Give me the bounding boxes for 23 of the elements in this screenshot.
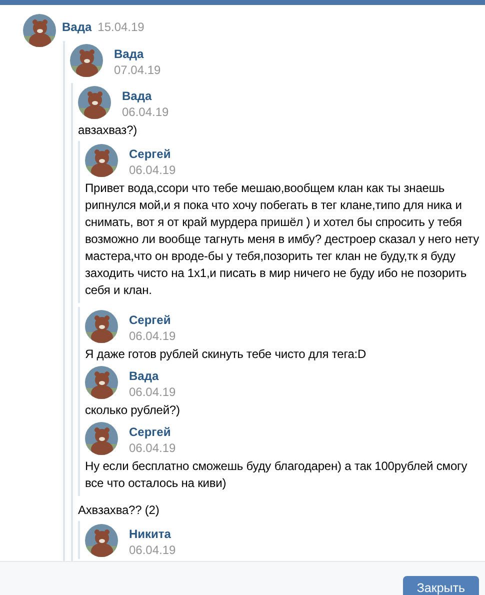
author-name[interactable]: Сергей [129, 425, 176, 439]
post-date: 06.04.19 [129, 163, 176, 177]
comment-text: Я даже готов рублей скинуть тебе чисто для тега:D [85, 346, 368, 363]
author-name[interactable]: Сергей [129, 147, 176, 161]
comment-text: авзахваз?) [78, 122, 138, 139]
comment-text: Ну если бесплатно сможешь буду благодарен) а так 100рублей смогу все что осталось на киви) [85, 458, 468, 492]
post-date: 07.04.19 [114, 63, 161, 77]
comment-text: сколько рублей?) [85, 402, 181, 419]
author-name[interactable]: Вада [114, 47, 161, 61]
author-name[interactable]: Вада [62, 20, 92, 34]
post-date: 06.04.19 [122, 105, 169, 119]
author-name[interactable]: Вада [129, 369, 176, 383]
post-date: 06.04.19 [129, 543, 176, 557]
comment-text: Привет вода,ссори что тебе мешаю,вообщем клан как ты знаешь рипнулся мой,и я пока что хочу побегать в тег клане,типо для ника и снимать, вот я от край мурдера пришёл ) и хотел бы спросить у тебя возможно ли вообще тагнуть меня в имбу? дестроер сказал у него нету мастера,что он вроде-бы у тебя,позорить тег клан не буду,тк я буду заходить чисто на 1х1,и писать в мир ничего не буду ибо не позорить себя и клан. [85, 180, 479, 299]
close-button[interactable]: Закрыть [402, 576, 479, 595]
post-date: 15.04.19 [98, 20, 144, 34]
comment-text: Ахвзахва?? (2) [78, 502, 160, 519]
author-name[interactable]: Сергей [129, 313, 176, 327]
author-name[interactable]: Вада [122, 89, 169, 103]
post-date: 06.04.19 [129, 329, 176, 343]
post-date: 06.04.19 [129, 385, 176, 399]
author-name[interactable]: Никита [129, 527, 176, 541]
post-date: 06.04.19 [129, 441, 176, 455]
